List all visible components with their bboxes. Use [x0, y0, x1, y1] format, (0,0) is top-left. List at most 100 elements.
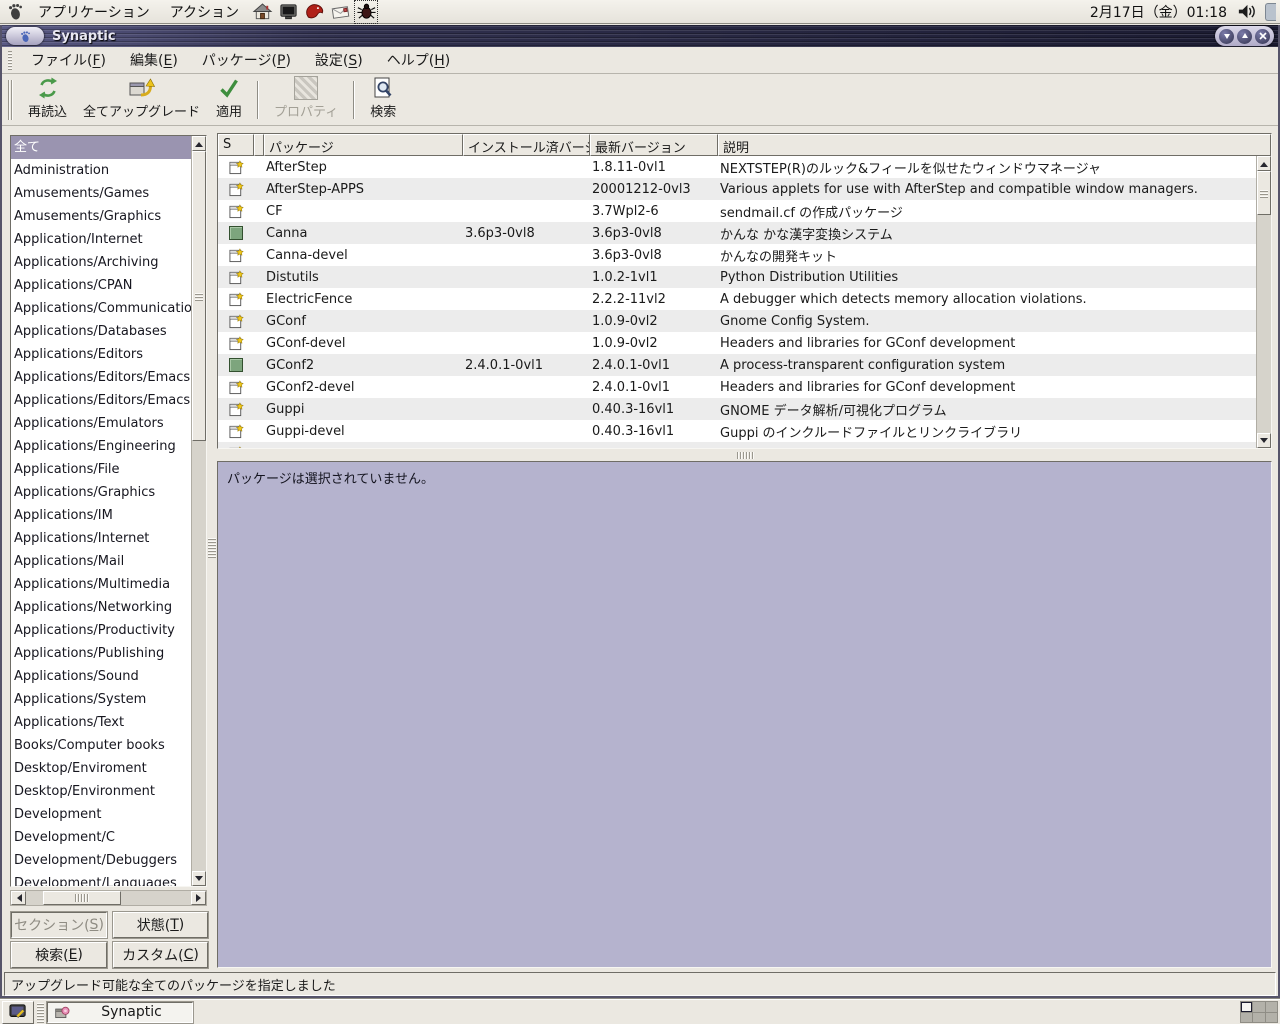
table-row[interactable]: Canna 3.6p3-0vl8 3.6p3-0vl8 かんな かな漢字変換シス… [218, 222, 1256, 244]
table-row[interactable]: GConf2 2.4.0.1-0vl1 2.4.0.1-0vl1 A proce… [218, 354, 1256, 376]
scroll-down-button[interactable] [192, 871, 206, 886]
section-list-item[interactable]: Applications/Communication [11, 297, 191, 320]
search-view-button[interactable]: 検索(E) [11, 942, 107, 968]
section-list-item[interactable]: Books/Computer books [11, 734, 191, 757]
workspace-3[interactable] [1266, 1002, 1277, 1012]
table-row[interactable]: CF 3.7Wpl2-6 sendmail.cf の作成パッケージ [218, 200, 1256, 222]
section-list-item[interactable]: Desktop/Enviroment [11, 757, 191, 780]
section-list-item[interactable]: Applications/Graphics [11, 481, 191, 504]
panel-menu-applications[interactable]: アプリケーション [30, 1, 158, 23]
scroll-right-button[interactable] [191, 891, 206, 905]
table-row[interactable]: Guppi-devel 0.40.3-16vl1 Guppi のインクルードファ… [218, 420, 1256, 442]
section-list-item[interactable]: Amusements/Graphics [11, 205, 191, 228]
sections-view-button[interactable]: セクション(S) [11, 912, 107, 938]
table-row[interactable]: Guppi 0.40.3-16vl1 GNOME データ解析/可視化プログラム [218, 398, 1256, 420]
table-row[interactable]: ElectricFence 2.2.2-11vl2 A debugger whi… [218, 288, 1256, 310]
home-launcher-icon[interactable] [251, 1, 273, 23]
section-list-item[interactable]: 全て [11, 136, 191, 159]
section-list-item[interactable]: Application/Internet [11, 228, 191, 251]
custom-view-button[interactable]: カスタム(C) [113, 942, 208, 968]
section-list-item[interactable]: Applications/Databases [11, 320, 191, 343]
workspace-5[interactable] [1253, 1013, 1264, 1023]
column-header-latest-version[interactable]: 最新バージョン [590, 134, 718, 156]
terminal-launcher-icon[interactable] [277, 1, 299, 23]
gnome-foot-menu-icon[interactable] [4, 1, 26, 23]
close-button[interactable] [1255, 29, 1270, 44]
task-button-synaptic[interactable]: Synaptic [47, 1002, 193, 1023]
section-list-item[interactable]: Applications/Sound [11, 665, 191, 688]
sections-vertical-scrollbar[interactable] [191, 136, 206, 886]
section-list-item[interactable]: Applications/Archiving [11, 251, 191, 274]
toolbar-grip[interactable] [8, 80, 14, 120]
bug-tool-launcher-icon[interactable] [355, 1, 377, 23]
section-list-item[interactable]: Applications/Editors/Emacs [11, 366, 191, 389]
table-scroll-thumb[interactable] [1257, 171, 1271, 215]
workspace-1[interactable] [1241, 1002, 1252, 1012]
column-header-spacer[interactable] [254, 134, 264, 156]
menu-settings[interactable]: 設定(S) [306, 48, 372, 72]
column-header-status[interactable]: S [218, 134, 254, 156]
reload-button[interactable]: 再読込 [20, 76, 75, 123]
section-list-item[interactable]: Development/C [11, 826, 191, 849]
section-list-item[interactable]: Applications/Editors/Emacs [11, 389, 191, 412]
apply-button[interactable]: 適用 [208, 76, 250, 123]
section-list-item[interactable]: Administration [11, 159, 191, 182]
menu-help[interactable]: ヘルプ(H) [378, 48, 459, 72]
table-vertical-scrollbar[interactable] [1256, 156, 1271, 448]
panel-edge-partial-icon[interactable] [1265, 3, 1276, 21]
section-list-item[interactable]: Applications/Multimedia [11, 573, 191, 596]
table-scroll-up-button[interactable] [1257, 156, 1271, 171]
section-list-item[interactable]: Development/Debuggers [11, 849, 191, 872]
panel-menu-actions[interactable]: アクション [162, 1, 247, 23]
menu-package[interactable]: パッケージ(P) [193, 48, 300, 72]
sections-horizontal-scrollbar[interactable] [10, 890, 207, 906]
vertical-pane-splitter-grip[interactable] [208, 538, 216, 558]
horizontal-pane-splitter-grip[interactable] [737, 452, 755, 459]
section-list-item[interactable]: Applications/Text [11, 711, 191, 734]
status-view-button[interactable]: 状態(T) [113, 912, 208, 938]
section-list-item[interactable]: Development [11, 803, 191, 826]
window-titlebar[interactable]: Synaptic [2, 25, 1278, 47]
section-list-item[interactable]: Applications/File [11, 458, 191, 481]
table-row[interactable]: GConf2-devel 2.4.0.1-0vl1 Headers and li… [218, 376, 1256, 398]
scroll-thumb[interactable] [192, 151, 206, 441]
section-list-item[interactable]: Applications/System [11, 688, 191, 711]
section-list-item[interactable]: Desktop/Environment [11, 780, 191, 803]
section-list-item[interactable]: Applications/Engineering [11, 435, 191, 458]
menu-file[interactable]: ファイル(F) [22, 48, 115, 72]
scroll-up-button[interactable] [192, 136, 206, 151]
section-list-item[interactable]: Applications/Networking [11, 596, 191, 619]
section-list-item[interactable]: Applications/Editors [11, 343, 191, 366]
scroll-left-button[interactable] [11, 891, 26, 905]
mail-launcher-icon[interactable] [329, 1, 351, 23]
description-pane[interactable]: パッケージは選択されていません。 [217, 461, 1272, 968]
tasklist-applet-button[interactable] [2, 1001, 34, 1024]
table-row[interactable]: AfterStep 1.8.11-0vl1 NEXTSTEP(R)のルック&フィ… [218, 156, 1256, 178]
table-row[interactable] [218, 442, 1256, 448]
minimize-button[interactable] [1219, 29, 1234, 44]
menubar-grip[interactable] [8, 51, 12, 70]
table-row[interactable]: Canna-devel 3.6p3-0vl8 かんなの開発キット [218, 244, 1256, 266]
column-header-description[interactable]: 説明 [718, 134, 1271, 156]
search-button[interactable]: 検索 [362, 76, 404, 123]
workspace-pager[interactable] [1240, 1001, 1278, 1023]
section-list-item[interactable]: Applications/Publishing [11, 642, 191, 665]
table-row[interactable]: GConf-devel 1.0.9-0vl2 Headers and libra… [218, 332, 1256, 354]
section-list-item[interactable]: Applications/IM [11, 504, 191, 527]
section-list-item[interactable]: Applications/Mail [11, 550, 191, 573]
taskbar-grip[interactable] [37, 1002, 44, 1023]
maximize-button[interactable] [1237, 29, 1252, 44]
table-row[interactable]: Distutils 1.0.2-1vl1 Python Distribution… [218, 266, 1256, 288]
speaker-volume-icon[interactable] [1235, 1, 1257, 23]
browser-mozilla-launcher-icon[interactable] [303, 1, 325, 23]
section-list-item[interactable]: Amusements/Games [11, 182, 191, 205]
column-header-package[interactable]: パッケージ [264, 134, 463, 156]
table-row[interactable]: GConf 1.0.9-0vl2 Gnome Config System. [218, 310, 1256, 332]
table-row[interactable]: AfterStep-APPS 20001212-0vl3 Various app… [218, 178, 1256, 200]
workspace-6[interactable] [1266, 1013, 1277, 1023]
section-list-item[interactable]: Development/Languages [11, 872, 191, 886]
section-list-item[interactable]: Applications/Internet [11, 527, 191, 550]
window-menu-button[interactable] [6, 27, 44, 45]
column-header-installed-version[interactable]: インストール済バージョン [463, 134, 590, 156]
section-list-item[interactable]: Applications/CPAN [11, 274, 191, 297]
